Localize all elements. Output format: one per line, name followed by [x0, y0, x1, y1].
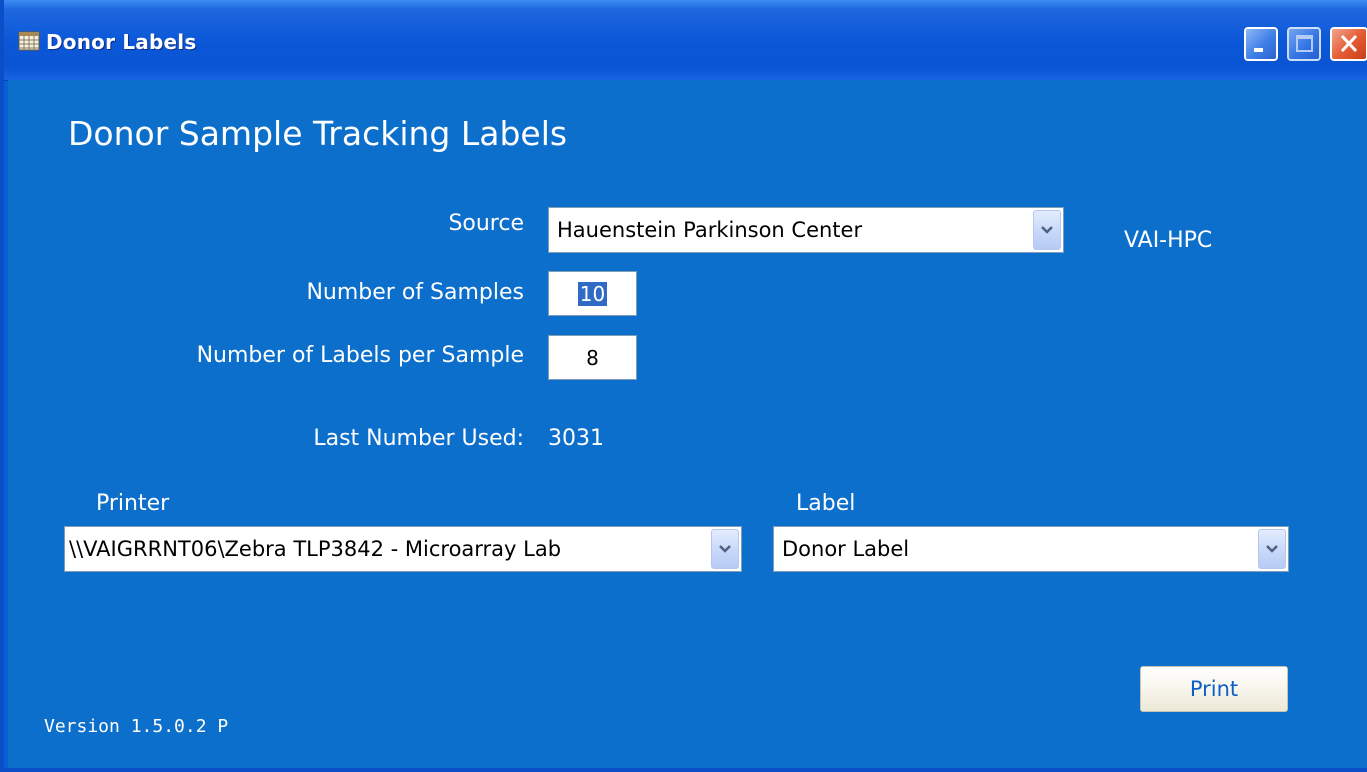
close-button[interactable]: [1330, 27, 1367, 61]
printer-dropdown[interactable]: \\VAIGRRNT06\Zebra TLP3842 - Microarray …: [64, 526, 742, 572]
window-title: Donor Labels: [46, 30, 197, 54]
app-window: Donor Labels Donor Sample Tracking Label…: [0, 0, 1367, 772]
source-value: Hauenstein Parkinson Center: [557, 218, 863, 242]
chevron-down-icon: [719, 545, 731, 553]
chevron-down-icon: [1041, 226, 1053, 234]
label-type-label: Label: [796, 491, 856, 516]
source-dropdown[interactable]: Hauenstein Parkinson Center: [548, 207, 1064, 253]
title-bar[interactable]: Donor Labels: [4, 0, 1367, 81]
close-icon: [1340, 34, 1358, 53]
maximize-button[interactable]: [1287, 27, 1321, 61]
printer-dropdown-button[interactable]: [711, 529, 739, 569]
samples-label: Number of Samples: [306, 280, 524, 305]
printer-label: Printer: [96, 491, 170, 516]
page-title: Donor Sample Tracking Labels: [68, 114, 568, 153]
last-number-value: 3031: [548, 426, 604, 451]
samples-value: 10: [577, 281, 608, 306]
minimize-button[interactable]: [1244, 27, 1278, 61]
version-label: Version 1.5.0.2 P: [44, 716, 229, 737]
samples-input[interactable]: 10: [548, 271, 637, 316]
labels-per-sample-value: 8: [586, 345, 599, 370]
labels-per-sample-input[interactable]: 8: [548, 335, 637, 380]
source-dropdown-button[interactable]: [1033, 210, 1061, 250]
source-code: VAI-HPC: [1124, 228, 1213, 253]
printer-value: \\VAIGRRNT06\Zebra TLP3842 - Microarray …: [69, 537, 562, 561]
label-type-value: Donor Label: [782, 537, 910, 561]
print-button[interactable]: Print: [1140, 666, 1288, 712]
minimize-icon: [1254, 48, 1263, 52]
last-number-label: Last Number Used:: [313, 426, 524, 451]
calendar-grid-icon: [18, 30, 40, 52]
source-label: Source: [448, 211, 524, 236]
form-panel: Donor Sample Tracking Labels Source Haue…: [8, 80, 1367, 768]
label-type-dropdown[interactable]: Donor Label: [773, 526, 1289, 572]
labels-per-sample-label: Number of Labels per Sample: [196, 343, 524, 368]
label-type-dropdown-button[interactable]: [1258, 529, 1286, 569]
maximize-icon: [1296, 35, 1313, 52]
chevron-down-icon: [1266, 545, 1278, 553]
